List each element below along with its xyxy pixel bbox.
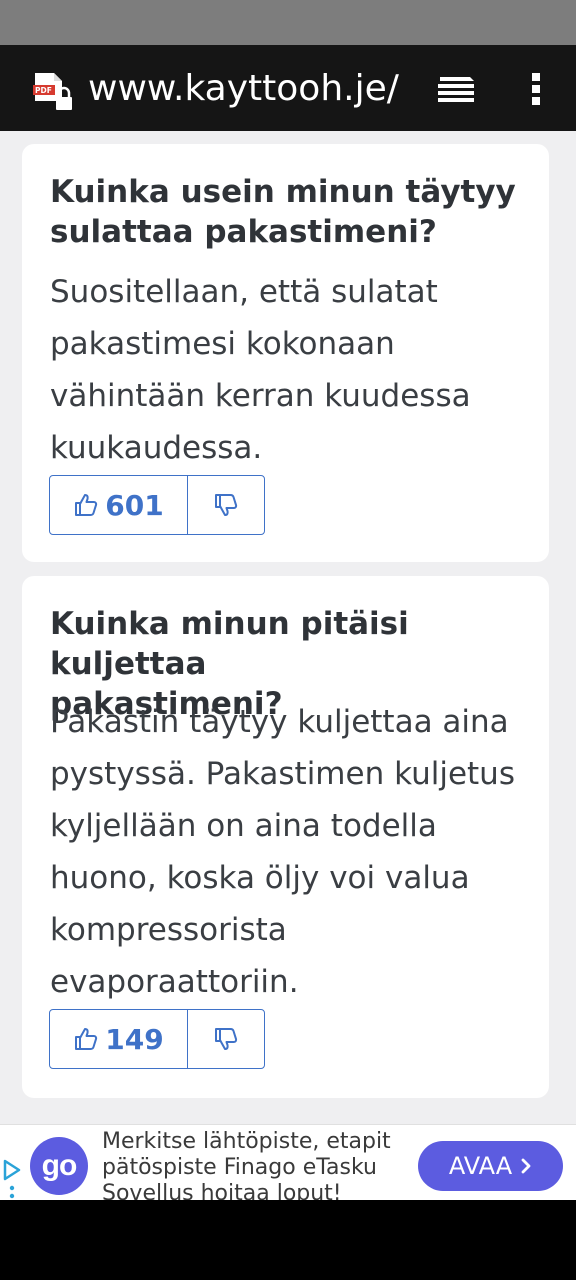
ad-line: Merkitse lähtöpiste, etapit bbox=[102, 1129, 391, 1154]
upvote-count: 149 bbox=[105, 1022, 164, 1056]
upvote-count: 601 bbox=[105, 488, 164, 522]
pdf-lock-icon[interactable]: PDF bbox=[32, 71, 76, 111]
system-navigation-area bbox=[0, 1200, 576, 1280]
question-line: Kuinka minun pitäisi kuljettaa bbox=[50, 606, 409, 682]
downvote-button[interactable] bbox=[188, 1010, 264, 1068]
chevron-right-icon bbox=[521, 1158, 531, 1174]
faq-question: Kuinka usein minun täytyy sulattaa pakas… bbox=[50, 172, 520, 252]
thumbs-down-icon bbox=[215, 494, 238, 516]
ad-choices-icon[interactable] bbox=[2, 1159, 22, 1181]
ad-open-button[interactable]: AVAA bbox=[418, 1141, 563, 1191]
faq-card: Kuinka minun pitäisi kuljettaa pakastime… bbox=[22, 576, 549, 1098]
ad-line: Sovellus hoitaa loput! bbox=[102, 1181, 342, 1201]
faq-answer: Suositellaan, että sulatat pakastimesi k… bbox=[50, 266, 530, 474]
faq-answer: Pakastin täytyy kuljettaa aina pystyssä.… bbox=[50, 696, 530, 1008]
thumbs-up-icon bbox=[75, 494, 98, 516]
upvote-button[interactable]: 601 bbox=[50, 476, 188, 534]
tabs-icon[interactable] bbox=[436, 73, 476, 105]
answer-line: kuukaudessa. bbox=[50, 430, 263, 466]
answer-line: pakastimesi kokonaan bbox=[50, 326, 395, 362]
pdf-icon-label: PDF bbox=[35, 86, 52, 95]
ad-text: Merkitse lähtöpiste, etapit pätöspiste F… bbox=[102, 1125, 398, 1201]
ad-banner[interactable]: go Merkitse lähtöpiste, etapit pätöspist… bbox=[0, 1124, 576, 1201]
question-line: Kuinka usein minun täytyy bbox=[50, 174, 516, 210]
answer-line: vähintään kerran kuudessa bbox=[50, 378, 471, 414]
overflow-menu-icon[interactable] bbox=[530, 71, 542, 107]
upvote-button[interactable]: 149 bbox=[50, 1010, 188, 1068]
ad-options-icon[interactable] bbox=[9, 1185, 15, 1201]
answer-line: kyljellään on aina todella bbox=[50, 808, 437, 844]
browser-url-bar: PDF www.kayttooh.je/p bbox=[0, 45, 576, 131]
question-line: sulattaa pakastimeni? bbox=[50, 214, 437, 250]
faq-card: Kuinka usein minun täytyy sulattaa pakas… bbox=[22, 144, 549, 562]
answer-line: kompressorista bbox=[50, 912, 287, 948]
thumbs-down-icon bbox=[215, 1028, 238, 1050]
downvote-button[interactable] bbox=[188, 476, 264, 534]
answer-line: Suositellaan, että sulatat bbox=[50, 274, 438, 310]
answer-line: Pakastin täytyy kuljettaa aina bbox=[50, 704, 509, 740]
thumbs-up-icon bbox=[75, 1028, 98, 1050]
ad-logo: go bbox=[30, 1137, 88, 1195]
answer-line: huono, koska öljy voi valua bbox=[50, 860, 470, 896]
vote-group: 149 bbox=[49, 1009, 265, 1069]
ad-button-label: AVAA bbox=[448, 1152, 513, 1180]
vote-group: 601 bbox=[49, 475, 265, 535]
answer-line: pystyssä. Pakastimen kuljetus bbox=[50, 756, 515, 792]
status-bar bbox=[0, 0, 576, 45]
answer-line: evaporaattoriin. bbox=[50, 964, 299, 1000]
ad-line: pätöspiste Finago eTasku bbox=[102, 1155, 377, 1180]
url-text[interactable]: www.kayttooh.je/p bbox=[88, 65, 400, 113]
